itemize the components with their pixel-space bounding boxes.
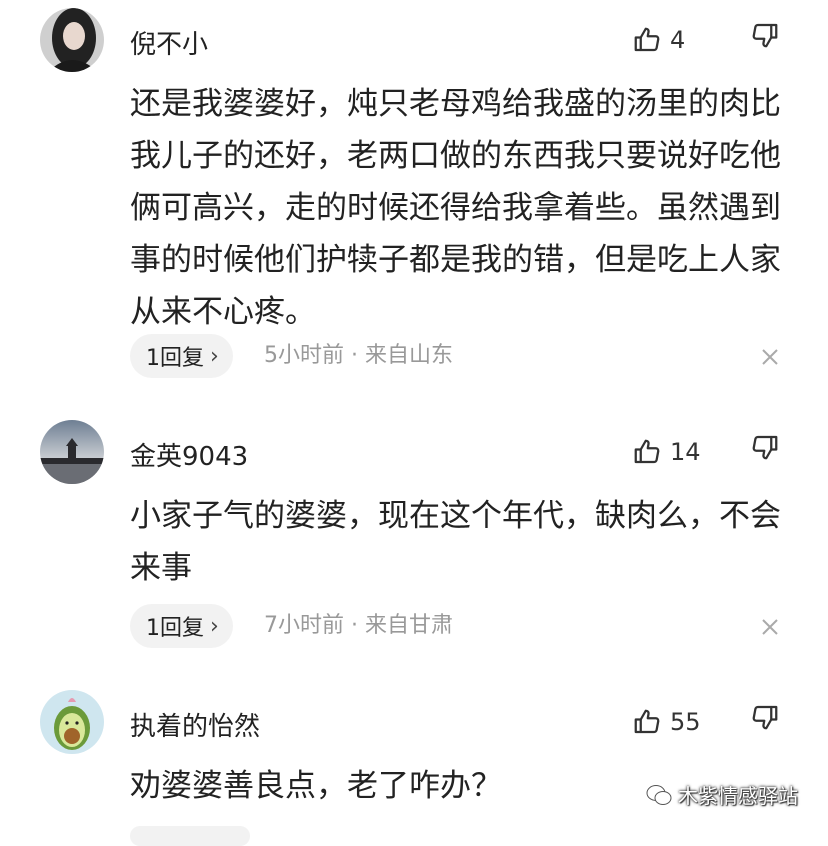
like-count: 14: [670, 438, 701, 466]
like-button[interactable]: 55: [632, 702, 701, 742]
like-count: 55: [670, 708, 701, 736]
thumbs-down-icon: [752, 23, 778, 48]
like-button[interactable]: 4: [632, 20, 685, 60]
watermark-text: 木紫情感驿站: [678, 784, 798, 808]
watermark: 木紫情感驿站: [646, 780, 798, 809]
dislike-button[interactable]: [750, 702, 786, 742]
username[interactable]: 倪不小: [130, 24, 208, 61]
comment-meta: 5小时前 · 来自山东: [264, 343, 453, 368]
thumbs-down-icon: [752, 435, 778, 460]
comment-text: 小家子气的婆婆，现在这个年代，缺肉么，不会来事: [130, 498, 781, 586]
username[interactable]: 金英9043: [130, 436, 248, 473]
chevron-right-icon: ›: [210, 343, 219, 369]
reply-button[interactable]: 1回复 ›: [130, 604, 233, 648]
reply-label: 1回复: [146, 616, 204, 641]
reply-button[interactable]: [130, 826, 250, 846]
dislike-button[interactable]: [750, 20, 786, 60]
like-button[interactable]: 14: [632, 432, 701, 472]
comment-meta: 7小时前 · 来自甘肃: [264, 613, 453, 638]
thumbs-down-icon: [752, 705, 778, 730]
dislike-button[interactable]: [750, 432, 786, 472]
avatar[interactable]: [40, 690, 104, 754]
username[interactable]: 执着的怡然: [130, 706, 260, 743]
like-count: 4: [670, 26, 686, 54]
reply-label: 1回复: [146, 346, 204, 371]
close-icon[interactable]: [758, 615, 782, 639]
thumbs-up-icon: [634, 709, 660, 734]
thumbs-up-icon: [634, 27, 660, 52]
close-icon[interactable]: [758, 345, 782, 369]
comment-text: 还是我婆婆好，炖只老母鸡给我盛的汤里的肉比我儿子的还好，老两口做的东西我只要说好…: [130, 86, 781, 330]
avatar[interactable]: [40, 420, 104, 484]
avatar[interactable]: [40, 8, 104, 72]
reply-button[interactable]: 1回复 ›: [130, 334, 233, 378]
chevron-right-icon: ›: [210, 613, 219, 639]
wechat-icon: [646, 784, 672, 805]
thumbs-up-icon: [634, 439, 660, 464]
